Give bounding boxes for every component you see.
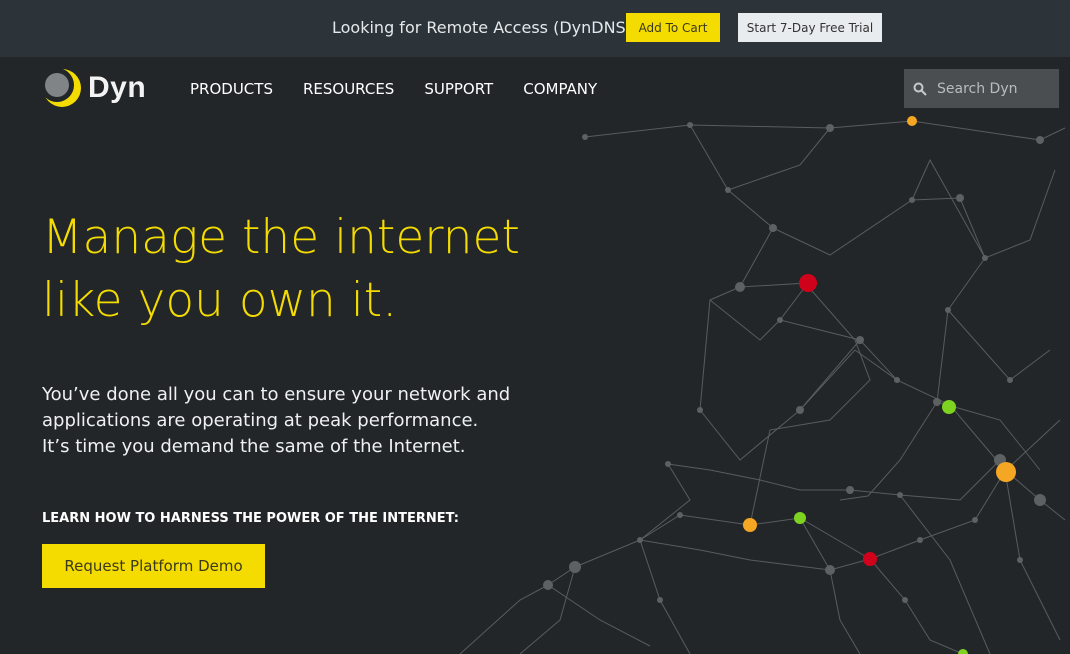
- search-box: [904, 69, 1059, 108]
- main-nav: PRODUCTS RESOURCES SUPPORT COMPANY: [190, 80, 627, 98]
- logo-wordmark: Dyn: [88, 71, 147, 104]
- nav-company[interactable]: COMPANY: [523, 80, 597, 98]
- search-icon: [913, 82, 927, 96]
- dyn-logo[interactable]: Dyn: [42, 68, 146, 108]
- nav-support[interactable]: SUPPORT: [424, 80, 493, 98]
- cta-label: LEARN HOW TO HARNESS THE POWER OF THE IN…: [42, 511, 459, 526]
- hero-headline: Manage the internet like you own it.: [42, 206, 520, 332]
- body-line-1: You’ve done all you can to ensure your n…: [42, 384, 511, 405]
- dyn-logo-icon: [42, 68, 81, 107]
- body-line-2: applications are operating at peak perfo…: [42, 410, 479, 431]
- search-input[interactable]: [935, 79, 1049, 98]
- hero-body: You’ve done all you can to ensure your n…: [42, 382, 510, 460]
- request-demo-button[interactable]: Request Platform Demo: [42, 544, 265, 588]
- nav-products[interactable]: PRODUCTS: [190, 80, 273, 98]
- nav-resources[interactable]: RESOURCES: [303, 80, 394, 98]
- headline-line-1: Manage the internet: [42, 210, 520, 265]
- body-line-3: It’s time you demand the same of the Int…: [42, 436, 466, 457]
- headline-line-2: like you own it.: [42, 273, 398, 328]
